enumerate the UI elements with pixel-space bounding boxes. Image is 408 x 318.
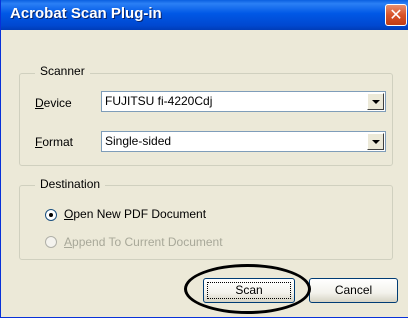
append-to-current-label: Append To Current Document <box>64 235 223 249</box>
scan-button[interactable]: Scan <box>203 278 295 303</box>
cancel-button[interactable]: Cancel <box>309 278 398 303</box>
scanner-group-legend: Scanner <box>35 64 90 78</box>
append-to-current-radio <box>45 236 57 248</box>
title-bar[interactable]: Acrobat Scan Plug-in ✕ <box>1 0 408 30</box>
window-title: Acrobat Scan Plug-in <box>10 5 162 22</box>
chevron-down-icon[interactable] <box>367 133 384 150</box>
dialog-window: Acrobat Scan Plug-in ✕ Scanner Device FU… <box>0 0 408 318</box>
open-new-pdf-radio[interactable] <box>45 209 57 221</box>
scan-button-label: Scan <box>235 283 263 297</box>
chevron-down-icon[interactable] <box>367 93 384 110</box>
close-icon: ✕ <box>389 5 403 24</box>
device-select-value: FUJITSU fi-4220Cdj <box>105 94 213 108</box>
open-new-pdf-label[interactable]: Open New PDF Document <box>64 207 206 221</box>
device-label: Device <box>35 96 72 110</box>
cancel-button-label: Cancel <box>334 283 373 297</box>
device-select[interactable]: FUJITSU fi-4220Cdj <box>101 91 386 112</box>
scanner-group <box>19 73 393 166</box>
format-select[interactable]: Single-sided <box>101 131 386 152</box>
destination-group-legend: Destination <box>35 177 106 191</box>
format-label: Format <box>35 135 74 149</box>
close-button[interactable]: ✕ <box>385 4 407 26</box>
format-select-value: Single-sided <box>105 134 172 148</box>
